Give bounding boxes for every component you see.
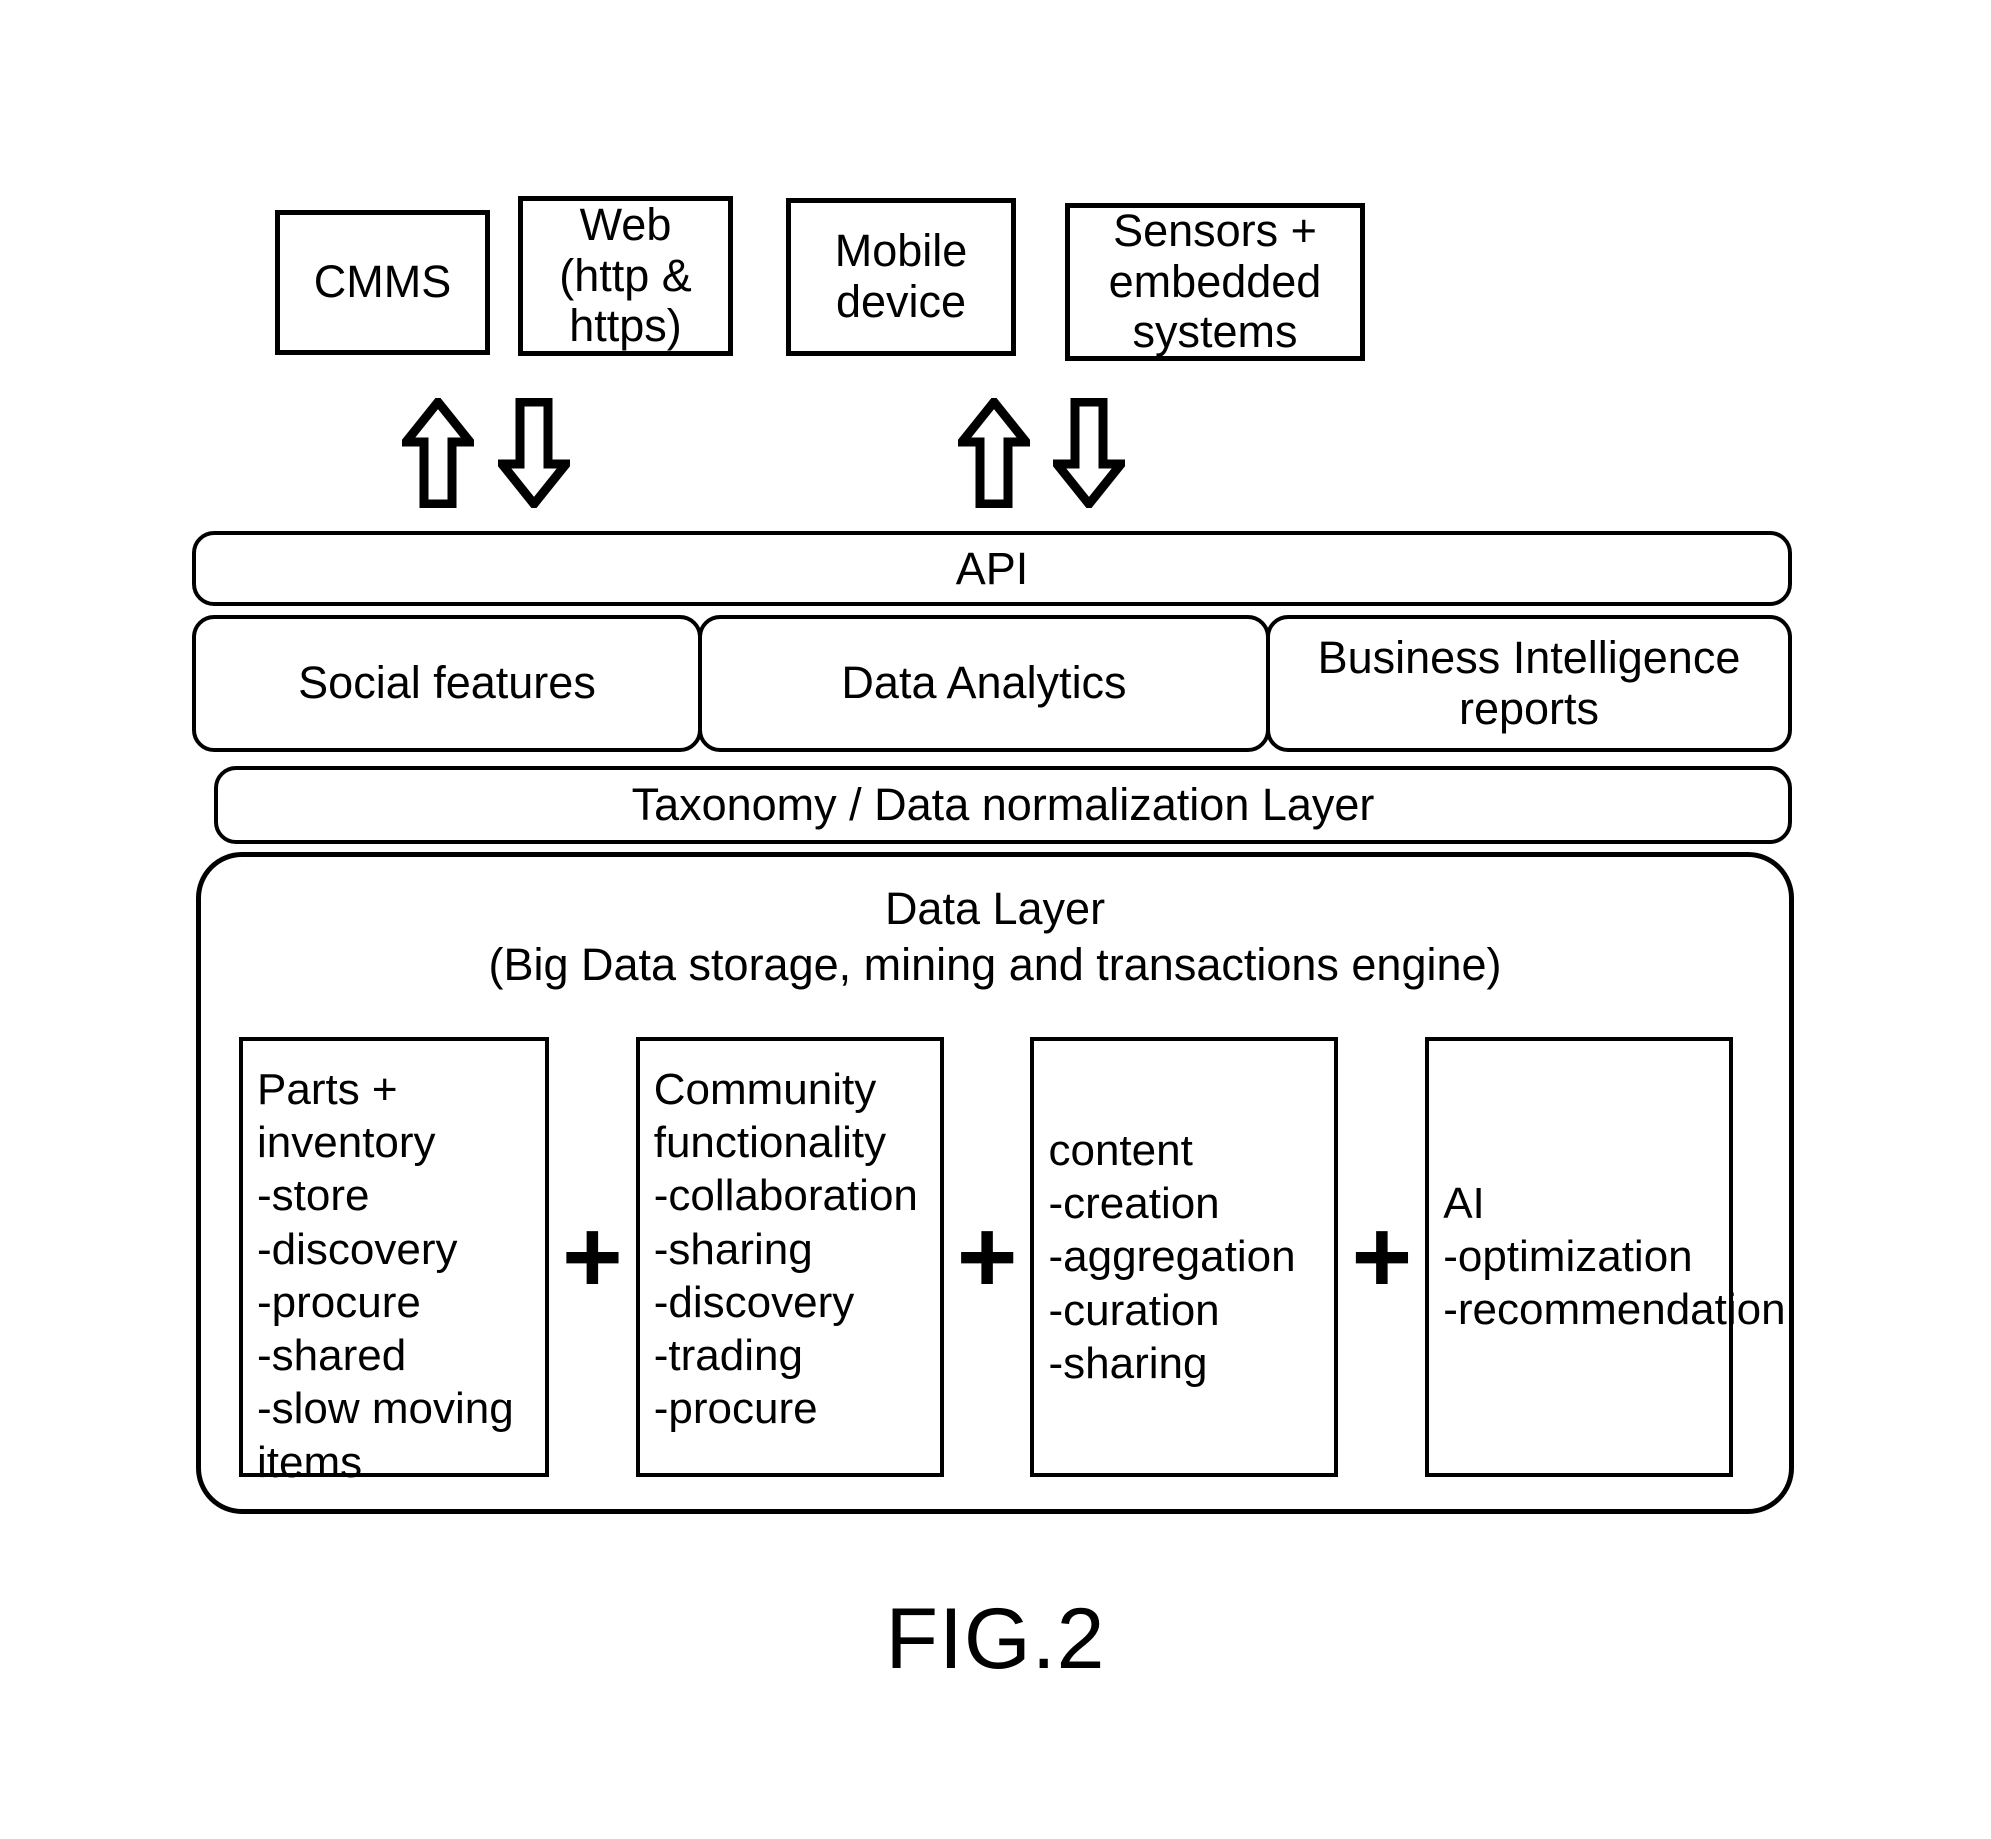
taxonomy-layer-label: Taxonomy / Data normalization Layer [631, 779, 1375, 830]
figure-canvas: CMMS Web (http & https) Mobile device Senso… [0, 0, 1991, 1839]
plus-icon: + [562, 1198, 623, 1315]
endpoint-box-sensors-embedded-systems: Sensors + embedded systems [1065, 203, 1365, 361]
component-text-ai: AI -optimization -recommendation [1443, 1179, 1786, 1335]
service-label-business-intelligence-reports: Business Intelligence reports [1317, 632, 1741, 734]
component-box-ai: AI -optimization -recommendation [1425, 1037, 1786, 1477]
services-layer-row: Social features Data Analytics Business … [192, 615, 1792, 752]
api-layer-label: API [955, 542, 1029, 594]
endpoint-box-web: Web (http & https) [518, 196, 733, 356]
data-layer-components-row: Parts + inventory -store -discovery -procure… [239, 1037, 1786, 1487]
data-layer-title-line1: Data Layer [884, 883, 1106, 934]
endpoint-label-web: Web (http & https) [559, 198, 692, 352]
component-box-content: content -creation -aggregation -curation -sh… [1030, 1037, 1339, 1477]
endpoint-box-cmms: CMMS [275, 210, 490, 355]
component-text-content: content -creation -aggregation -curation -sh… [1048, 1125, 1296, 1388]
data-layer-title-line2: (Big Data storage, mining and transactio… [488, 939, 1502, 991]
endpoint-label-cmms: CMMS [313, 256, 452, 308]
component-box-community-functionality: Community functionality -collaboration -sha… [635, 1037, 944, 1477]
service-label-social-features: Social features [298, 657, 596, 709]
service-cell-social-features: Social features [192, 615, 702, 752]
arrow-down-icon [1053, 398, 1125, 508]
arrow-up-icon [402, 398, 474, 508]
service-cell-data-analytics: Data Analytics [698, 615, 1270, 752]
plus-icon: + [956, 1198, 1018, 1315]
endpoint-label-mobile-device: Mobile device [834, 225, 968, 327]
api-layer-bar: API [192, 531, 1792, 606]
service-cell-business-intelligence-reports: Business Intelligence reports [1266, 615, 1792, 752]
figure-caption: FIG.2 [885, 1591, 1106, 1687]
arrow-down-icon [498, 398, 570, 508]
component-text-parts-inventory: Parts + inventory -store -discovery -procure… [257, 1065, 514, 1487]
arrow-up-icon [958, 398, 1030, 508]
data-layer-title: Data Layer (Big Data storage, mining and… [201, 881, 1789, 994]
endpoint-box-mobile-device: Mobile device [786, 198, 1016, 356]
data-layer-container: Data Layer (Big Data storage, mining and… [196, 852, 1794, 1514]
service-label-data-analytics: Data Analytics [841, 657, 1127, 709]
endpoint-label-sensors-embedded-systems: Sensors + embedded systems [1108, 204, 1322, 358]
component-text-community-functionality: Community functionality -collaboration -sha… [653, 1065, 918, 1434]
component-box-parts-inventory: Parts + inventory -store -discovery -procure… [239, 1037, 549, 1487]
taxonomy-layer-bar: Taxonomy / Data normalization Layer [214, 766, 1792, 844]
plus-icon: + [1351, 1198, 1413, 1315]
